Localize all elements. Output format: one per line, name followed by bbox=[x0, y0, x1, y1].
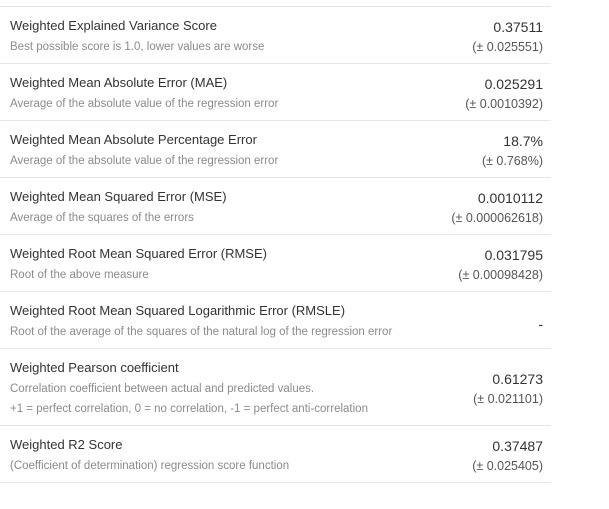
metric-result: 0.37511 (± 0.025551) bbox=[472, 18, 543, 56]
metric-value: - bbox=[538, 316, 543, 332]
metric-row: Weighted Root Mean Squared Error (RMSE) … bbox=[0, 235, 551, 292]
metric-description: Average of the squares of the errors bbox=[10, 209, 381, 227]
metric-std: (± 0.000062618) bbox=[451, 211, 543, 225]
metric-result: 0.0010112 (± 0.000062618) bbox=[451, 189, 543, 227]
metric-description-line: Average of the squares of the errors bbox=[10, 212, 194, 224]
metric-description-line: Root of the above measure bbox=[10, 269, 149, 281]
metric-description-line: Root of the average of the squares of th… bbox=[10, 326, 393, 338]
metric-description-line: Best possible score is 1.0, lower values… bbox=[10, 41, 265, 53]
metric-description: Correlation coefficient between actual a… bbox=[10, 380, 381, 418]
metric-value: 0.37487 bbox=[492, 438, 543, 454]
metric-name: Weighted Mean Squared Error (MSE) bbox=[10, 189, 227, 204]
metric-result: - bbox=[538, 315, 543, 333]
metric-description: Average of the absolute value of the reg… bbox=[10, 95, 381, 113]
metric-description: Best possible score is 1.0, lower values… bbox=[10, 38, 381, 56]
metric-description: Root of the average of the squares of th… bbox=[10, 323, 393, 341]
metric-info: Weighted R2 Score (Coefficient of determ… bbox=[10, 436, 381, 475]
metric-result: 0.37487 (± 0.025405) bbox=[472, 437, 543, 475]
metric-row: Weighted Mean Squared Error (MSE) Averag… bbox=[0, 178, 551, 235]
metric-description-line: Correlation coefficient between actual a… bbox=[10, 383, 315, 395]
metric-info: Weighted Root Mean Squared Logarithmic E… bbox=[10, 302, 393, 341]
metric-value: 0.0010112 bbox=[477, 190, 543, 206]
metric-row: Weighted Pearson coefficient Correlation… bbox=[0, 349, 551, 426]
metric-row: Weighted Mean Absolute Error (MAE) Avera… bbox=[0, 64, 551, 121]
metric-info: Weighted Mean Squared Error (MSE) Averag… bbox=[10, 188, 381, 227]
metric-name: Weighted Mean Absolute Error (MAE) bbox=[10, 75, 228, 90]
metric-info: Weighted Mean Absolute Error (MAE) Avera… bbox=[10, 74, 381, 113]
metric-row: Weighted Root Mean Squared Logarithmic E… bbox=[0, 292, 551, 349]
metric-std: (± 0.00098428) bbox=[458, 268, 543, 282]
metric-std: (± 0.025551) bbox=[472, 40, 543, 54]
metric-description: Average of the absolute value of the reg… bbox=[10, 152, 381, 170]
metric-info: Weighted Explained Variance Score Best p… bbox=[10, 17, 381, 56]
metric-result: 0.031795 (± 0.00098428) bbox=[458, 246, 543, 284]
metric-value: 18.7% bbox=[503, 133, 543, 149]
metric-row: Weighted R2 Score (Coefficient of determ… bbox=[0, 426, 551, 483]
metric-value: 0.37511 bbox=[493, 19, 543, 35]
metric-description-line: (Coefficient of determination) regressio… bbox=[10, 460, 290, 472]
metric-description-line: +1 = perfect correlation, 0 = no correla… bbox=[10, 403, 368, 415]
metric-name: Weighted Pearson coefficient bbox=[10, 360, 179, 375]
metric-row: Weighted Mean Absolute Percentage Error … bbox=[0, 121, 551, 178]
metric-std: (± 0.021101) bbox=[473, 392, 543, 406]
metric-std: (± 0.025405) bbox=[472, 459, 543, 473]
metric-name: Weighted R2 Score bbox=[10, 437, 123, 452]
metric-name: Weighted Root Mean Squared Error (RMSE) bbox=[10, 246, 267, 261]
metric-result: 0.025291 (± 0.0010392) bbox=[465, 75, 543, 113]
metric-info: Weighted Mean Absolute Percentage Error … bbox=[10, 131, 381, 170]
metric-row: Weighted Explained Variance Score Best p… bbox=[0, 7, 551, 64]
metric-description: Root of the above measure bbox=[10, 266, 381, 284]
metric-info: Weighted Root Mean Squared Error (RMSE) … bbox=[10, 245, 381, 284]
metric-std: (± 0.768%) bbox=[481, 154, 543, 168]
metric-name: Weighted Explained Variance Score bbox=[10, 18, 217, 33]
metric-value: 0.031795 bbox=[484, 247, 543, 263]
metric-description: (Coefficient of determination) regressio… bbox=[10, 457, 381, 475]
metric-value: 0.61273 bbox=[492, 371, 543, 387]
metric-description-line: Average of the absolute value of the reg… bbox=[10, 155, 279, 167]
metric-result: 18.7% (± 0.768%) bbox=[482, 132, 543, 170]
metric-name: Weighted Root Mean Squared Logarithmic E… bbox=[10, 303, 346, 318]
metrics-table: Weighted Explained Variance Score Best p… bbox=[0, 6, 551, 483]
metric-value: 0.025291 bbox=[484, 76, 543, 92]
metric-info: Weighted Pearson coefficient Correlation… bbox=[10, 359, 381, 418]
metric-std: (± 0.0010392) bbox=[465, 97, 543, 111]
metric-result: 0.61273 (± 0.021101) bbox=[473, 370, 543, 408]
metric-description-line: Average of the absolute value of the reg… bbox=[10, 98, 279, 110]
metric-name: Weighted Mean Absolute Percentage Error bbox=[10, 132, 257, 147]
